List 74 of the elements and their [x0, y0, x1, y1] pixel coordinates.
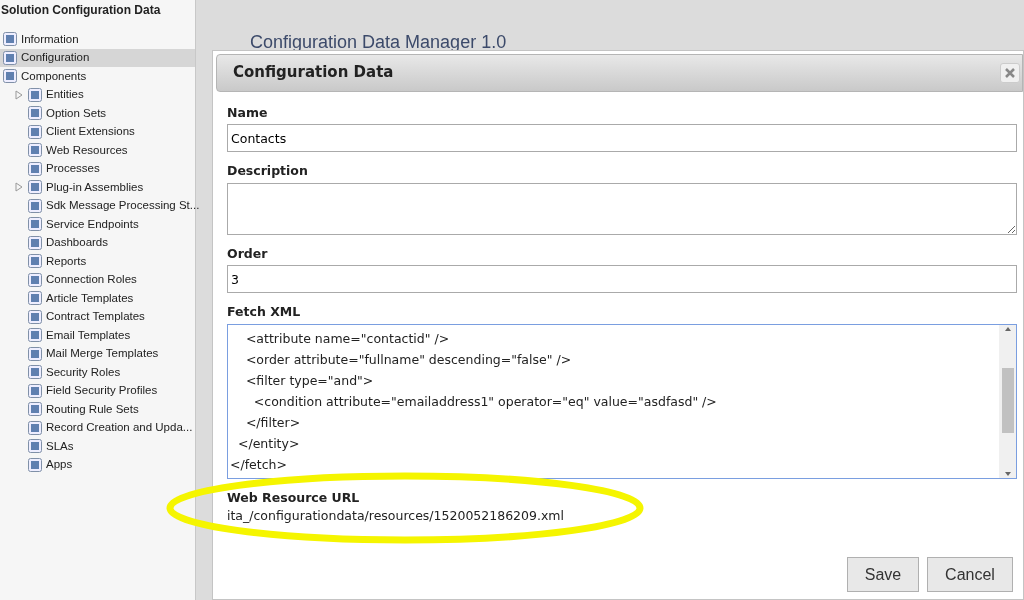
code-line: <attribute name="contactid" />: [244, 329, 451, 348]
square-icon: [27, 456, 43, 473]
square-icon: [27, 419, 43, 436]
code-editor[interactable]: <attribute name="contactid" /> <order attribute="fullname" descending="false" /> <filter type="and"> <condition attribute="emailaddress1" operator="eq" value="asdfasd" /> </filter> </entity> </fetch>: [227, 323, 1017, 479]
field-label: Web Resource URL: [227, 490, 361, 505]
sidebar-item[interactable]: Processes: [0, 159, 195, 178]
sidebar-item[interactable]: Email Templates: [0, 326, 195, 345]
square-icon: [27, 364, 43, 381]
square-icon: [27, 345, 43, 362]
sidebar-item[interactable]: Service Endpoints: [0, 215, 195, 234]
sidebar-item[interactable]: Configuration: [0, 48, 195, 67]
square-icon: [27, 179, 43, 196]
sidebar-item[interactable]: Article Templates: [0, 289, 195, 308]
sidebar-title: Solution Configuration Data: [0, 2, 162, 19]
square-icon: [27, 382, 43, 399]
field-label: Name: [227, 106, 269, 121]
sidebar-item[interactable]: Entities: [0, 85, 195, 104]
scrollbar[interactable]: [999, 324, 1016, 478]
scrollbar-thumb[interactable]: [1001, 367, 1014, 433]
text-area-field[interactable]: [227, 182, 1017, 235]
square-icon: [27, 327, 43, 344]
field-label: Order: [227, 246, 269, 262]
square-icon: [27, 438, 43, 455]
sidebar-item[interactable]: Contract Templates: [0, 307, 195, 326]
sidebar-item[interactable]: Web Resources: [0, 141, 195, 160]
square-icon: [27, 123, 43, 140]
page-title: Configuration Data Manager 1.0: [250, 31, 507, 54]
sidebar-item[interactable]: Apps: [0, 455, 195, 474]
square-icon: [27, 253, 43, 270]
code-line: </filter>: [244, 413, 302, 432]
expand-arrow-icon: [14, 89, 24, 100]
square-icon: [2, 49, 18, 66]
expand-arrow-icon: [14, 182, 24, 193]
code-line: </fetch>: [230, 455, 288, 474]
code-line: <filter type="and">: [244, 371, 375, 390]
input-field[interactable]: 3: [227, 265, 1017, 294]
sidebar-item[interactable]: Components: [0, 67, 195, 86]
square-icon: [27, 234, 43, 251]
close-button[interactable]: [1000, 63, 1020, 83]
sidebar-item[interactable]: Mail Merge Templates: [0, 344, 195, 363]
sidebar-item[interactable]: Security Roles: [0, 363, 195, 382]
sidebar-item[interactable]: Plug-in Assemblies: [0, 178, 195, 197]
sidebar-item[interactable]: Field Security Profiles: [0, 381, 195, 400]
sidebar-item[interactable]: Routing Rule Sets: [0, 400, 195, 419]
square-icon: [27, 197, 43, 214]
input-field[interactable]: Contacts: [227, 124, 1017, 153]
sidebar-item[interactable]: Record Creation and Upda...: [0, 418, 195, 437]
square-icon: [27, 142, 43, 159]
square-icon: [27, 290, 43, 307]
square-icon: [27, 160, 43, 177]
save-button[interactable]: Save: [847, 557, 919, 593]
dialog-title: Configuration Data: [233, 64, 394, 82]
sidebar-item[interactable]: Reports: [0, 252, 195, 271]
field-label: Description: [227, 164, 309, 179]
square-icon: [27, 308, 43, 325]
cancel-button[interactable]: Cancel: [927, 557, 1013, 593]
sidebar-item[interactable]: Option Sets: [0, 104, 195, 123]
code-line: <order attribute="fullname" descending="false" />: [244, 350, 573, 369]
code-line: <condition attribute="emailaddress1" operator="eq" value="asdfasd" />: [252, 392, 718, 411]
square-icon: [27, 271, 43, 288]
square-icon: [27, 401, 43, 418]
square-icon: [27, 216, 43, 233]
square-icon: [27, 86, 43, 103]
sidebar-item[interactable]: Connection Roles: [0, 270, 195, 289]
sidebar-item[interactable]: Dashboards: [0, 233, 195, 252]
field-label: Fetch XML: [227, 305, 302, 320]
field-value: ita_/configurationdata/resources/1520052186209.xml: [227, 508, 565, 524]
scroll-down-icon: [1003, 469, 1012, 478]
code-line: </entity>: [236, 434, 301, 453]
square-icon: [27, 105, 43, 122]
sidebar-item[interactable]: Information: [0, 30, 195, 49]
sidebar-item[interactable]: SLAs: [0, 437, 195, 456]
close-icon: [1005, 68, 1015, 78]
sidebar-item[interactable]: Client Extensions: [0, 122, 195, 141]
